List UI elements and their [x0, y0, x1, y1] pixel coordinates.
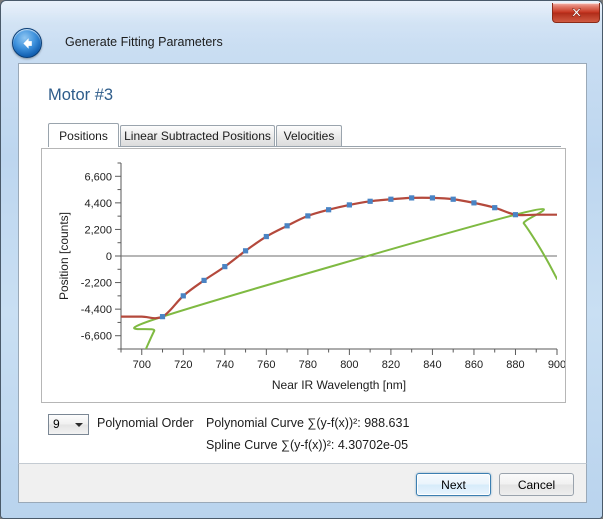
data-point-marker	[346, 202, 352, 208]
back-arrow-icon	[22, 37, 32, 49]
x-axis-tick-label: 900	[548, 359, 565, 371]
tab-label: Positions	[59, 128, 108, 143]
data-point-marker	[367, 198, 373, 204]
chart-panel: -6,600 -4,400 -2,200 0 2,200 4,400 6,600 700 720…	[41, 148, 566, 403]
y-axis-tick-label: -4,400	[81, 304, 112, 316]
data-point-marker	[222, 264, 228, 270]
tab-strip: Positions Linear Subtracted Positions Ve…	[48, 123, 561, 147]
cancel-button[interactable]: Cancel	[499, 473, 574, 496]
x-axis-tick-label: 840	[423, 359, 441, 371]
data-point-marker	[471, 200, 477, 206]
wizard-caption: Generate Fitting Parameters	[65, 35, 223, 49]
x-axis-tick-label: 880	[506, 359, 524, 371]
x-axis-title: Near IR Wavelength [nm]	[272, 378, 406, 392]
data-point-marker	[409, 195, 415, 201]
data-point-marker	[159, 314, 166, 320]
polynomial-curve-line	[121, 196, 557, 320]
next-button[interactable]: Next	[416, 473, 491, 496]
data-point-marker	[326, 207, 332, 213]
tab-linear-subtracted-positions[interactable]: Linear Subtracted Positions	[120, 125, 275, 146]
chevron-down-icon	[75, 423, 83, 427]
x-axis-tick-label: 720	[174, 359, 192, 371]
data-point-marker	[263, 233, 269, 240]
wizard-header: Generate Fitting Parameters	[1, 23, 602, 63]
data-point-marker	[388, 196, 394, 202]
page-title: Motor #3	[48, 86, 114, 104]
y-axis-tick-label: 4,400	[84, 198, 112, 210]
x-axis-tick-label: 700	[133, 359, 151, 371]
y-axis-tick-label: 6,600	[84, 171, 112, 183]
data-point-marker	[201, 277, 207, 283]
tab-label: Linear Subtracted Positions	[124, 129, 271, 143]
title-bar	[1, 1, 602, 23]
y-axis-tick-label: 2,200	[84, 224, 112, 236]
data-point-marker	[492, 205, 498, 211]
tab-strip-baseline	[48, 146, 561, 147]
data-point-marker	[180, 293, 186, 299]
data-point-marker	[450, 196, 456, 202]
x-axis-tick-label: 760	[257, 359, 275, 371]
y-axis-tick-label: -2,200	[81, 278, 112, 290]
data-point-marker	[305, 213, 311, 219]
x-axis-tick-label: 820	[382, 359, 400, 371]
dialog-window: Generate Fitting Parameters Motor #3 Pos…	[0, 0, 603, 519]
x-axis-tick-label: 780	[299, 359, 317, 371]
polynomial-order-label: Polynomial Order	[97, 416, 194, 430]
data-point-marker	[242, 248, 249, 254]
content-pane: Motor #3 Positions Linear Subtracted Pos…	[18, 63, 587, 463]
polynomial-order-value: 9	[53, 417, 60, 431]
spline-residual-text: Spline Curve ∑(y-f(x))²: 4.30702e-05	[206, 438, 409, 452]
x-axis-tick-label: 740	[216, 359, 234, 371]
position-vs-wavelength-chart: -6,600 -4,400 -2,200 0 2,200 4,400 6,600 700 720…	[57, 162, 565, 392]
data-point-marker	[284, 223, 290, 229]
spline-curve-line	[133, 208, 557, 349]
x-axis-tick-label: 860	[465, 359, 483, 371]
tab-velocities[interactable]: Velocities	[276, 125, 342, 146]
polynomial-order-select[interactable]: 9	[48, 414, 89, 435]
cancel-button-label: Cancel	[517, 477, 556, 492]
y-axis-title: Position [counts]	[57, 212, 71, 300]
next-button-label: Next	[441, 477, 466, 492]
tab-label: Velocities	[283, 129, 335, 143]
tab-positions[interactable]: Positions	[48, 123, 119, 147]
back-button[interactable]	[12, 28, 42, 58]
data-point-marker	[429, 195, 436, 201]
close-button[interactable]	[552, 3, 600, 23]
polynomial-residual-text: Polynomial Curve ∑(y-f(x))²: 988.631	[206, 416, 410, 430]
command-area: Next Cancel	[18, 463, 587, 503]
series-layer	[121, 195, 557, 349]
y-axis-tick-label: -6,600	[81, 331, 112, 343]
close-icon	[571, 8, 581, 17]
x-axis-tick-label: 800	[340, 359, 358, 371]
y-axis-tick-label: 0	[106, 251, 112, 263]
data-point-marker	[512, 212, 519, 218]
fit-controls-row: 9 Polynomial Order Polynomial Curve ∑(y-…	[48, 412, 568, 460]
